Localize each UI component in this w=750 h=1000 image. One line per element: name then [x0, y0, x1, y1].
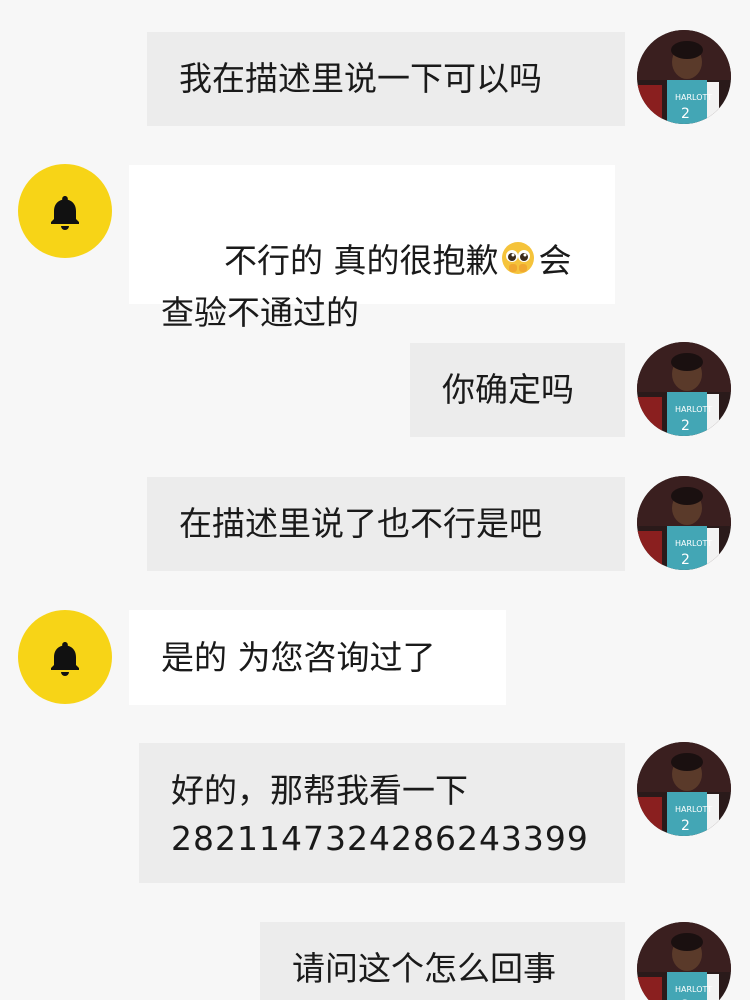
order-number: 2821147324286243399	[171, 819, 589, 858]
user-photo-avatar: HARLOTT 2	[637, 476, 731, 570]
message-bubble-bot[interactable]: 是的 为您咨询过了	[129, 610, 506, 705]
svg-text:HARLOTT: HARLOTT	[675, 93, 712, 102]
user-photo-avatar: HARLOTT 2	[637, 922, 731, 1000]
svg-text:2: 2	[681, 418, 690, 434]
user-avatar[interactable]: HARLOTT 2	[637, 922, 731, 1000]
user-avatar[interactable]: HARLOTT 2	[637, 342, 731, 436]
message-bubble-user[interactable]: 我在描述里说一下可以吗	[147, 32, 625, 126]
message-text: 在描述里说了也不行是吧	[179, 504, 542, 543]
message-bubble-user[interactable]: 你确定吗	[410, 343, 625, 437]
svg-text:2: 2	[681, 818, 690, 834]
bell-icon	[51, 642, 79, 676]
pleading-face-icon	[500, 240, 536, 289]
message-text-line: 好的，那帮我看一下	[171, 771, 468, 810]
message-text: 我在描述里说一下可以吗	[179, 59, 542, 98]
svg-text:HARLOTT: HARLOTT	[675, 405, 712, 414]
user-avatar[interactable]: HARLOTT 2	[637, 742, 731, 836]
svg-text:HARLOTT: HARLOTT	[675, 539, 712, 548]
message-text: 你确定吗	[442, 370, 574, 409]
message-bubble-user[interactable]: 在描述里说了也不行是吧	[147, 477, 625, 571]
user-photo-avatar: HARLOTT 2	[637, 742, 731, 836]
svg-text:2: 2	[681, 552, 690, 568]
message-bubble-user[interactable]: 好的，那帮我看一下 2821147324286243399	[139, 743, 625, 883]
bell-icon	[51, 196, 79, 230]
svg-text:HARLOTT: HARLOTT	[675, 805, 712, 814]
bot-avatar[interactable]	[18, 610, 112, 704]
user-photo-avatar: HARLOTT 2	[637, 342, 731, 436]
user-photo-avatar: HARLOTT 2	[637, 30, 731, 124]
svg-text:2: 2	[681, 106, 690, 122]
chat-thread: 我在描述里说一下可以吗 HARLOTT 2 不行的 真的很抱歉 会查验不通过的 …	[0, 0, 750, 1000]
bot-avatar[interactable]	[18, 164, 112, 258]
message-bubble-bot[interactable]: 不行的 真的很抱歉 会查验不通过的	[129, 165, 615, 332]
message-text: 请问这个怎么回事	[292, 949, 556, 988]
svg-text:HARLOTT: HARLOTT	[675, 985, 712, 994]
user-avatar[interactable]: HARLOTT 2	[637, 30, 731, 124]
user-avatar[interactable]: HARLOTT 2	[637, 476, 731, 570]
message-text: 是的 为您咨询过了	[161, 637, 436, 677]
message-bubble-user[interactable]: 请问这个怎么回事	[260, 922, 625, 1000]
